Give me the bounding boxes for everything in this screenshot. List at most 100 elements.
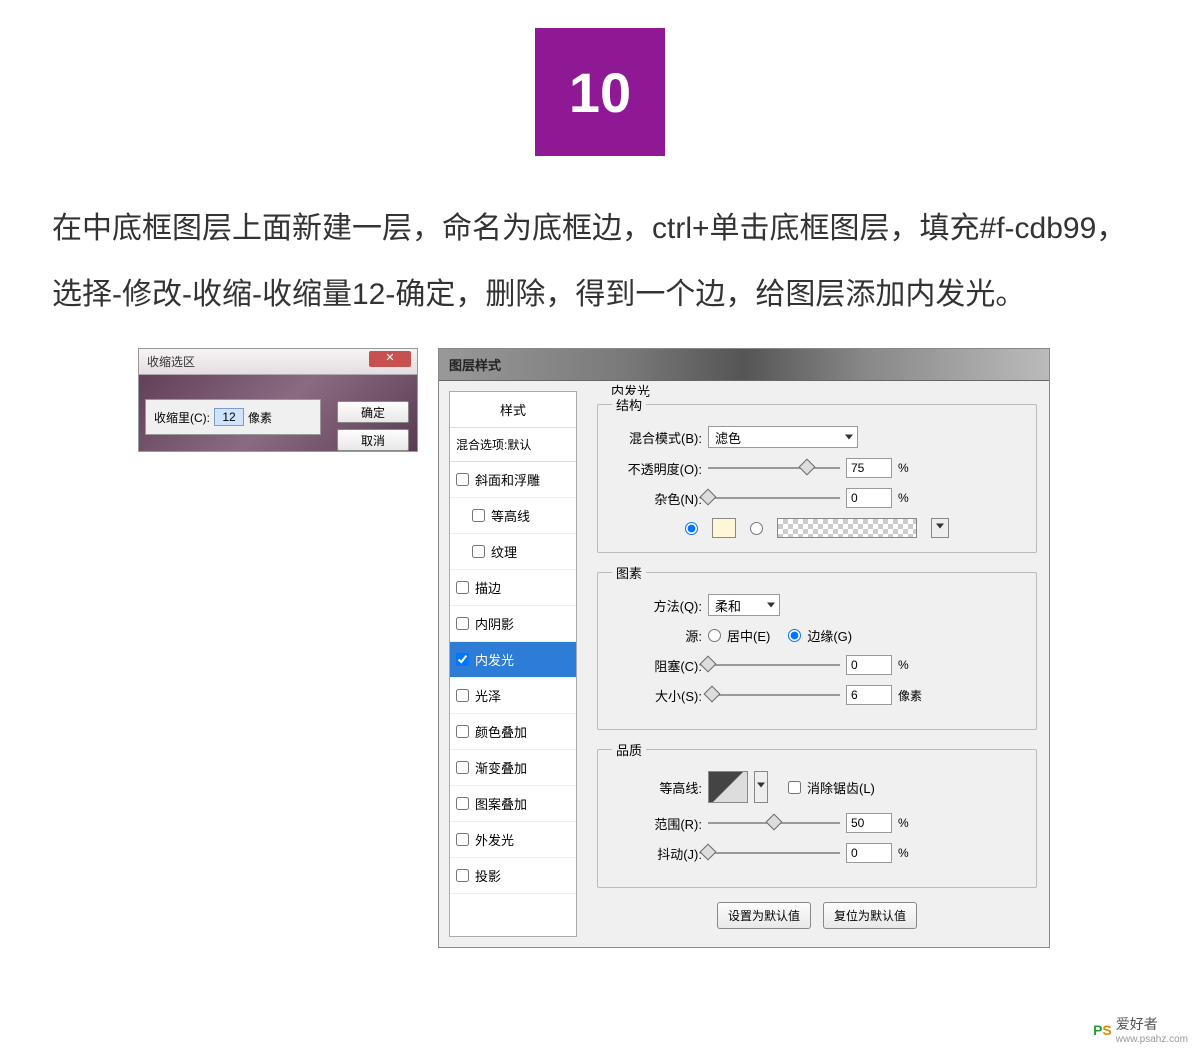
ok-button[interactable]: 确定	[337, 401, 409, 423]
technique-value: 柔和	[715, 596, 741, 615]
sidebar-item[interactable]: 颜色叠加	[450, 714, 576, 750]
contour-label: 等高线:	[612, 778, 702, 797]
contract-title-text: 收缩选区	[147, 355, 195, 369]
effect-checkbox[interactable]	[456, 689, 469, 702]
layer-style-sidebar: 样式 混合选项:默认 斜面和浮雕等高线纹理描边内阴影内发光光泽颜色叠加渐变叠加图…	[449, 391, 577, 937]
contract-amount-row: 收缩里(C): 像素	[145, 399, 321, 435]
effect-checkbox[interactable]	[472, 509, 485, 522]
choke-slider[interactable]	[708, 656, 840, 674]
chevron-down-icon	[845, 435, 853, 440]
source-edge-label: 边缘(G)	[807, 626, 852, 645]
effect-checkbox[interactable]	[472, 545, 485, 558]
quality-group: 品质 等高线: 消除锯齿(L) 范围(R): %	[597, 740, 1037, 888]
contract-amount-input[interactable]	[214, 408, 244, 426]
sidebar-item[interactable]: 外发光	[450, 822, 576, 858]
effect-checkbox[interactable]	[456, 617, 469, 630]
contract-unit-label: 像素	[248, 409, 272, 426]
color-type-solid-radio[interactable]	[685, 522, 698, 535]
source-center-radio[interactable]	[708, 629, 721, 642]
sidebar-item[interactable]: 内阴影	[450, 606, 576, 642]
effect-checkbox[interactable]	[456, 653, 469, 666]
sidebar-item-label: 光泽	[475, 686, 501, 705]
chevron-down-icon	[767, 603, 775, 608]
effect-checkbox[interactable]	[456, 797, 469, 810]
effect-checkbox[interactable]	[456, 473, 469, 486]
sidebar-item[interactable]: 斜面和浮雕	[450, 462, 576, 498]
elements-group: 图素 方法(Q): 柔和 源: 居中(E) 边缘(G)	[597, 563, 1037, 730]
size-unit: 像素	[898, 687, 922, 704]
cancel-button[interactable]: 取消	[337, 429, 409, 451]
sidebar-item-label: 斜面和浮雕	[475, 470, 540, 489]
sidebar-blend-default[interactable]: 混合选项:默认	[450, 428, 576, 462]
sidebar-item[interactable]: 图案叠加	[450, 786, 576, 822]
color-type-gradient-radio[interactable]	[750, 522, 763, 535]
jitter-input[interactable]	[846, 843, 892, 863]
sidebar-item-label: 颜色叠加	[475, 722, 527, 741]
sidebar-item[interactable]: 描边	[450, 570, 576, 606]
chevron-down-icon	[936, 523, 944, 528]
sidebar-header: 样式	[450, 392, 576, 428]
jitter-pct: %	[898, 846, 909, 860]
choke-pct: %	[898, 658, 909, 672]
layer-style-main: 内发光 结构 混合模式(B): 滤色 不透明度(O):	[585, 381, 1049, 947]
close-icon[interactable]: ✕	[369, 351, 411, 367]
contract-amount-label: 收缩里(C):	[154, 409, 210, 426]
effect-checkbox[interactable]	[456, 833, 469, 846]
contour-picker[interactable]	[708, 771, 748, 803]
make-default-button[interactable]: 设置为默认值	[717, 902, 811, 929]
noise-label: 杂色(N):	[612, 489, 702, 508]
sidebar-item[interactable]: 光泽	[450, 678, 576, 714]
sidebar-item-label: 纹理	[491, 542, 517, 561]
contract-selection-dialog: 收缩选区 ✕ 收缩里(C): 像素 确定 取消	[138, 348, 418, 452]
contract-dialog-body: 收缩里(C): 像素 确定 取消	[139, 375, 417, 451]
effect-checkbox[interactable]	[456, 869, 469, 882]
chevron-down-icon	[757, 782, 765, 787]
sidebar-item-label: 描边	[475, 578, 501, 597]
sidebar-item-label: 等高线	[491, 506, 530, 525]
sidebar-item[interactable]: 投影	[450, 858, 576, 894]
effect-checkbox[interactable]	[456, 725, 469, 738]
jitter-slider[interactable]	[708, 844, 840, 862]
sidebar-item[interactable]: 等高线	[450, 498, 576, 534]
antialias-checkbox[interactable]	[788, 781, 801, 794]
size-input[interactable]	[846, 685, 892, 705]
source-label: 源:	[612, 626, 702, 645]
color-swatch[interactable]	[712, 518, 736, 538]
blend-mode-select[interactable]: 滤色	[708, 426, 858, 448]
sidebar-item[interactable]: 渐变叠加	[450, 750, 576, 786]
opacity-slider[interactable]	[708, 459, 840, 477]
sidebar-item-label: 渐变叠加	[475, 758, 527, 777]
technique-select[interactable]: 柔和	[708, 594, 780, 616]
sidebar-item-label: 内发光	[475, 650, 514, 669]
sidebar-item[interactable]: 纹理	[450, 534, 576, 570]
noise-input[interactable]	[846, 488, 892, 508]
effect-checkbox[interactable]	[456, 581, 469, 594]
sidebar-item[interactable]: 内发光	[450, 642, 576, 678]
gradient-dropdown-button[interactable]	[931, 518, 949, 538]
watermark: PS 爱好者 www.psahz.com	[1093, 1014, 1188, 1045]
choke-input[interactable]	[846, 655, 892, 675]
sidebar-item-label: 投影	[475, 866, 501, 885]
range-input[interactable]	[846, 813, 892, 833]
quality-legend: 品质	[612, 740, 646, 759]
range-pct: %	[898, 816, 909, 830]
watermark-url: www.psahz.com	[1116, 1034, 1188, 1045]
gradient-picker[interactable]	[777, 518, 917, 538]
elements-legend: 图素	[612, 563, 646, 582]
reset-default-button[interactable]: 复位为默认值	[823, 902, 917, 929]
range-slider[interactable]	[708, 814, 840, 832]
blend-mode-label: 混合模式(B):	[612, 428, 702, 447]
noise-slider[interactable]	[708, 489, 840, 507]
opacity-input[interactable]	[846, 458, 892, 478]
jitter-label: 抖动(J):	[612, 844, 702, 863]
step-number-badge: 10	[535, 28, 665, 156]
effect-checkbox[interactable]	[456, 761, 469, 774]
sidebar-item-label: 内阴影	[475, 614, 514, 633]
noise-pct: %	[898, 491, 909, 505]
opacity-pct: %	[898, 461, 909, 475]
source-edge-radio[interactable]	[788, 629, 801, 642]
contour-dropdown-button[interactable]	[754, 771, 768, 803]
size-slider[interactable]	[708, 686, 840, 704]
opacity-label: 不透明度(O):	[612, 459, 702, 478]
layer-style-title: 图层样式	[439, 349, 1049, 381]
